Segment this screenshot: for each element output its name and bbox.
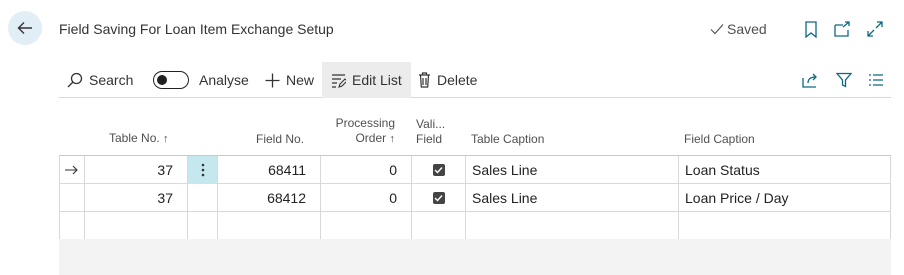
toggle-switch[interactable] [153,71,189,89]
search-button[interactable]: Search [67,62,133,98]
table-row[interactable]: 37 68412 0 Sales Line Loan Price / Day [59,184,891,212]
arrow-right-icon [65,165,78,175]
delete-button[interactable]: Delete [418,62,477,98]
cell-table-no[interactable]: 37 [84,184,187,212]
open-in-new-window-icon [834,21,850,37]
check-icon [710,24,724,35]
bookmark-icon [805,20,817,38]
row-menu-button[interactable] [187,184,217,212]
cell-validate-field[interactable] [411,156,465,184]
column-header-field-no[interactable]: Field No. [256,132,304,147]
grid-footer [59,239,891,275]
search-label: Search [89,72,134,88]
check-icon [434,167,443,174]
cell-field-no[interactable]: 68412 [217,184,320,212]
cell-validate-field[interactable] [411,184,465,212]
check-icon [434,195,443,202]
expand-icon [867,21,883,37]
saved-status: Saved [710,21,767,37]
checkbox-checked[interactable] [432,164,445,176]
open-new-window-button[interactable] [833,20,851,38]
back-button[interactable] [8,11,42,45]
new-label: New [286,72,315,88]
list-view-icon [869,74,883,86]
page-title: Field Saving For Loan Item Exchange Setu… [59,21,334,37]
checkbox-checked[interactable] [432,192,445,204]
saved-label: Saved [727,21,767,37]
grid-body: 37 68411 0 Sales Line Loan Status 37 684… [59,155,891,240]
delete-label: Delete [437,72,478,88]
share-icon [801,73,817,88]
bookmark-button[interactable] [802,20,820,38]
expand-button[interactable] [866,20,884,38]
edit-list-label: Edit List [352,72,402,88]
cell-field-caption[interactable]: Loan Price / Day [678,184,891,212]
column-header-field-caption[interactable]: Field Caption [684,132,755,147]
cell-table-no[interactable]: 37 [84,156,187,184]
column-header-table-caption[interactable]: Table Caption [471,132,544,147]
list-view-button[interactable] [867,71,885,89]
cell-table-caption[interactable]: Sales Line [465,184,678,212]
grid-header: Table No. ↑ Field No. Processing Order ↑ … [59,106,891,155]
column-header-validate-field[interactable]: Vali... Field [416,117,445,147]
analyse-label: Analyse [199,72,249,88]
cell-processing-order[interactable]: 0 [320,184,411,212]
filter-icon [836,72,852,88]
cell-table-caption[interactable]: Sales Line [465,156,678,184]
column-header-processing-order[interactable]: Processing Order ↑ [321,116,395,147]
row-marker [59,156,84,184]
data-grid: Table No. ↑ Field No. Processing Order ↑ … [59,106,891,240]
search-icon [67,72,83,88]
column-header-table-no[interactable]: Table No. ↑ [109,131,169,147]
table-row-empty[interactable] [59,212,891,240]
row-menu-button[interactable] [187,156,217,184]
edit-list-icon [332,73,346,88]
cell-field-no[interactable]: 68411 [217,156,320,184]
analyse-toggle[interactable]: Analyse [153,62,249,98]
share-button[interactable] [801,71,819,89]
trash-icon [419,72,430,88]
plus-icon [265,73,280,87]
edit-list-button[interactable]: Edit List [322,62,411,98]
filter-button[interactable] [835,71,853,89]
cell-field-caption[interactable]: Loan Status [678,156,891,184]
action-bar: Search Analyse New Edit List Delete [59,62,891,98]
new-button[interactable]: New [265,62,314,98]
cell-processing-order[interactable]: 0 [320,156,411,184]
row-marker [59,184,84,212]
arrow-left-icon [17,22,32,34]
more-vertical-icon [201,163,204,177]
table-row[interactable]: 37 68411 0 Sales Line Loan Status [59,156,891,184]
